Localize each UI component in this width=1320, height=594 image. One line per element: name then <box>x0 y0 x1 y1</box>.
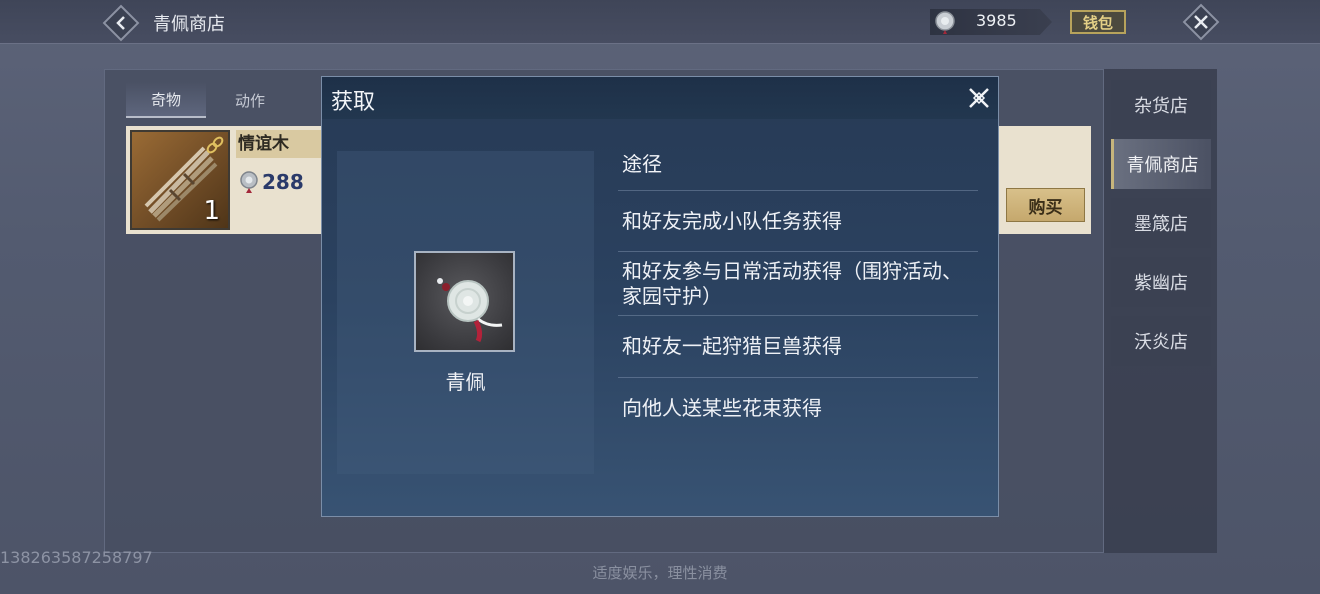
preview-image <box>414 251 515 352</box>
item-preview: 青佩 <box>337 151 594 474</box>
bound-chain-icon <box>206 136 224 154</box>
preview-item-name: 青佩 <box>445 370 486 394</box>
jade-coin-icon <box>240 171 258 193</box>
chevron-left-icon <box>116 16 125 30</box>
tab-actions[interactable]: 动作 <box>210 82 290 118</box>
buy-button[interactable]: 购买 <box>1006 188 1085 222</box>
item-quantity: 1 <box>203 196 220 226</box>
sidebar-item-woyan[interactable]: 沃炎店 <box>1111 316 1211 366</box>
ways-heading: 途径 <box>618 139 978 191</box>
dialog-close-button[interactable] <box>962 81 996 115</box>
obtain-ways-list: 途径 和好友完成小队任务获得 和好友参与日常活动获得（围狩活动、家园守护） 和好… <box>618 139 978 438</box>
item-price: 288 <box>262 170 304 194</box>
tab-curios[interactable]: 奇物 <box>126 82 206 118</box>
back-button[interactable] <box>102 4 140 42</box>
currency-value: 3985 <box>976 11 1017 30</box>
dialog-header: 获取 <box>322 77 998 119</box>
close-icon <box>969 88 989 108</box>
way-item[interactable]: 和好友完成小队任务获得 <box>618 191 978 252</box>
way-item[interactable]: 向他人送某些花束获得 <box>618 378 978 438</box>
close-shop-button[interactable] <box>1182 3 1220 41</box>
sidebar-item-mozhen[interactable]: 墨箴店 <box>1111 198 1211 248</box>
jade-coin-icon <box>935 11 955 34</box>
way-item[interactable]: 和好友一起狩猎巨兽获得 <box>618 316 978 378</box>
close-icon <box>1194 15 1208 29</box>
way-item[interactable]: 和好友参与日常活动获得（围狩活动、家园守护） <box>618 252 978 316</box>
item-name: 情谊木 <box>236 130 326 158</box>
sidebar-item-ziyou[interactable]: 紫幽店 <box>1111 257 1211 307</box>
page-title: 青佩商店 <box>153 14 225 35</box>
dialog-title: 获取 <box>331 90 376 115</box>
item-thumbnail: 1 <box>130 130 230 230</box>
jade-pendant-icon <box>437 278 503 343</box>
sidebar-item-grocery[interactable]: 杂货店 <box>1111 80 1211 130</box>
obtain-dialog: 获取 青佩 途径 和好友完成小队任务获得 和好友参与日常活动获得（围狩活动、家园… <box>321 76 999 517</box>
shop-item-card[interactable]: 1 情谊木 288 <box>126 126 326 234</box>
sidebar-item-qingpei[interactable]: 青佩商店 <box>1111 139 1211 189</box>
health-notice: 适度娱乐，理性消费 <box>592 564 728 582</box>
wallet-button[interactable]: 钱包 <box>1070 10 1126 34</box>
